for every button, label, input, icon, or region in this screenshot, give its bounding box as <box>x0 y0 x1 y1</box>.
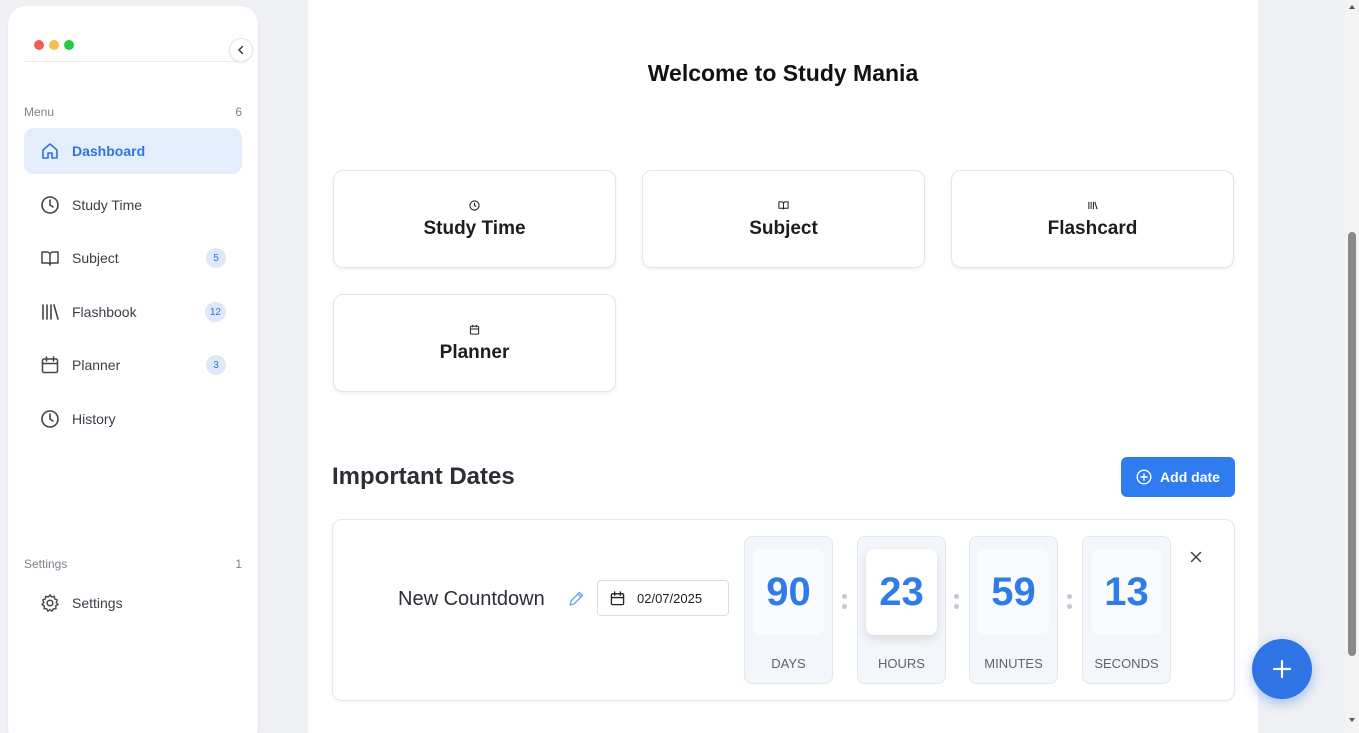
minimize-window-dot[interactable] <box>49 40 59 50</box>
card-title: Flashcard <box>1047 218 1138 239</box>
countdown-seconds: 13 SECONDS <box>1082 536 1171 684</box>
hours-label: HOURS <box>878 656 925 671</box>
flashbook-count-badge: 12 <box>204 302 226 322</box>
close-icon[interactable] <box>1189 550 1203 564</box>
scroll-up-arrow-icon[interactable] <box>1348 3 1356 11</box>
colon-separator <box>954 594 960 614</box>
sidebar-item-study-time[interactable]: Study Time <box>24 182 242 228</box>
countdown-name[interactable]: New Countdown <box>398 588 545 611</box>
window-controls <box>34 40 74 50</box>
sidebar-item-planner[interactable]: Planner 3 <box>24 342 242 388</box>
main-content: Welcome to Study Mania Study Time Subjec… <box>308 0 1258 733</box>
gear-icon <box>40 593 60 613</box>
card-flashcard[interactable]: Flashcard <box>951 170 1234 268</box>
calendar-icon <box>610 590 625 605</box>
days-label: DAYS <box>771 656 806 671</box>
colon-separator <box>842 594 848 614</box>
colon-separator <box>1067 594 1073 614</box>
sidebar: Menu 6 Dashboard Study Time Subject 5 Fl… <box>8 6 258 733</box>
collapse-sidebar-button[interactable] <box>229 38 253 62</box>
page-title: Welcome to Study Mania <box>647 60 919 86</box>
planner-count-badge: 3 <box>206 355 226 375</box>
clock-icon <box>468 198 482 212</box>
settings-section-label: Settings 1 <box>24 557 242 571</box>
sidebar-item-label: Subject <box>72 250 119 266</box>
library-icon <box>40 302 60 322</box>
countdown-minutes: 59 MINUTES <box>969 536 1058 684</box>
sidebar-item-label: Flashbook <box>72 304 137 320</box>
sidebar-divider <box>24 61 242 62</box>
sidebar-item-flashbook[interactable]: Flashbook 12 <box>24 289 242 335</box>
library-icon <box>1086 198 1100 212</box>
book-icon <box>777 198 791 212</box>
seconds-value: 13 <box>1091 549 1162 635</box>
countdown-hours: 23 HOURS <box>857 536 946 684</box>
close-window-dot[interactable] <box>34 40 44 50</box>
sidebar-item-label: Planner <box>72 357 121 373</box>
menu-section-label: Menu 6 <box>24 105 242 119</box>
clock-icon <box>40 409 60 429</box>
plus-circle-icon <box>1136 469 1152 485</box>
sidebar-item-history[interactable]: History <box>24 396 242 442</box>
add-date-button[interactable]: Add date <box>1121 457 1235 497</box>
card-title: Subject <box>749 218 818 239</box>
minutes-label: MINUTES <box>984 656 1043 671</box>
sidebar-item-label: Settings <box>72 595 123 611</box>
days-value: 90 <box>753 549 824 635</box>
hours-value: 23 <box>866 549 937 635</box>
card-title: Planner <box>439 342 510 363</box>
sidebar-item-settings[interactable]: Settings <box>24 580 242 626</box>
scrollbar-thumb[interactable] <box>1348 232 1356 656</box>
add-date-label: Add date <box>1160 469 1220 485</box>
important-dates-title: Important Dates <box>332 463 515 490</box>
maximize-window-dot[interactable] <box>64 40 74 50</box>
plus-icon <box>1272 659 1292 679</box>
calendar-icon <box>40 355 60 375</box>
card-subject[interactable]: Subject <box>642 170 925 268</box>
home-icon <box>40 141 60 161</box>
sidebar-item-subject[interactable]: Subject 5 <box>24 235 242 281</box>
scrollbar[interactable] <box>1345 0 1359 733</box>
sidebar-item-label: Dashboard <box>72 143 146 159</box>
countdown-date-value: 02/07/2025 <box>637 590 703 606</box>
menu-count: 6 <box>235 105 242 119</box>
minutes-value: 59 <box>978 549 1049 635</box>
clock-icon <box>40 195 60 215</box>
add-floating-button[interactable] <box>1252 639 1312 699</box>
sidebar-item-dashboard[interactable]: Dashboard <box>24 128 242 174</box>
pencil-icon[interactable] <box>567 590 585 608</box>
settings-label: Settings <box>24 557 68 571</box>
settings-count: 1 <box>235 557 242 571</box>
sidebar-item-label: History <box>72 411 116 427</box>
chevron-left-icon <box>238 45 244 55</box>
subject-count-badge: 5 <box>206 248 226 268</box>
card-planner[interactable]: Planner <box>333 294 616 392</box>
calendar-icon <box>468 322 482 336</box>
menu-label: Menu <box>24 105 55 119</box>
countdown-days: 90 DAYS <box>744 536 833 684</box>
countdown-card: New Countdown 02/07/2025 90 DAYS 23 HOUR… <box>332 519 1235 701</box>
countdown-date-field[interactable]: 02/07/2025 <box>597 580 729 616</box>
card-study-time[interactable]: Study Time <box>333 170 616 268</box>
scroll-down-arrow-icon[interactable] <box>1348 716 1356 724</box>
seconds-label: SECONDS <box>1094 656 1159 671</box>
sidebar-item-label: Study Time <box>72 197 143 213</box>
book-icon <box>40 248 60 268</box>
card-title: Study Time <box>423 218 526 239</box>
